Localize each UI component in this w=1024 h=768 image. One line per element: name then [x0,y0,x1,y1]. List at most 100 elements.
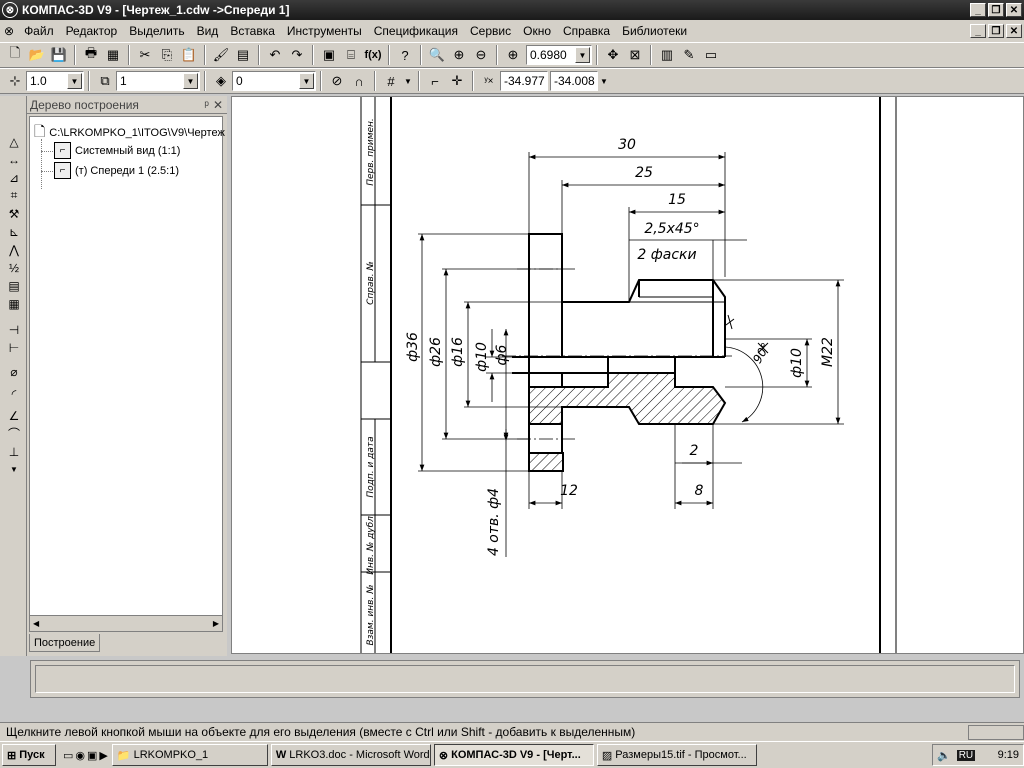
measure-icon[interactable]: ⊾ [4,223,24,240]
select-icon[interactable]: ⋀ [4,241,24,258]
coordinates-icon[interactable]: ʸ× [478,70,500,92]
refresh-icon[interactable]: ▥ [656,44,678,66]
diameter-dim-icon[interactable]: ⌀ [4,363,24,380]
chevron-down-icon[interactable]: ▼ [67,73,82,89]
start-button[interactable]: ⊞ Пуск [2,744,56,766]
task-viewer[interactable]: ▨ Размеры15.tif - Просмот... [596,744,757,766]
chevron-down-icon[interactable]: ▼ [575,47,590,63]
tree-close-icon[interactable]: ✕ [213,98,227,112]
snap-icon[interactable]: ⊘ [326,70,348,92]
task-lrkompko[interactable]: 📁 LRKOMPKO_1 [111,744,268,766]
zoom-scale-icon[interactable]: ⊕ [502,44,524,66]
menu-libraries[interactable]: Библиотеки [616,24,693,38]
tree-hscrollbar[interactable]: ◀ ▶ [30,615,222,631]
variables-icon[interactable]: ⌸ [340,44,362,66]
menu-specification[interactable]: Спецификация [368,24,464,38]
restore-button[interactable]: ❐ [988,3,1004,17]
pan-icon[interactable]: ✥ [602,44,624,66]
spec-icon[interactable]: ½ [4,259,24,276]
style-combo[interactable]: 0 ▼ [232,71,316,91]
properties-icon[interactable]: ▤ [232,44,254,66]
coord-dropdown-icon[interactable]: ▼ [598,70,610,92]
screen-icon[interactable]: ▭ [700,44,722,66]
doc-close-button[interactable]: ✕ [1006,24,1022,38]
coord-x-field[interactable]: -34.977 [500,71,548,91]
menu-view[interactable]: Вид [191,24,225,38]
scroll-right-icon[interactable]: ▶ [213,619,219,628]
preview-icon[interactable]: ▦ [102,44,124,66]
arc-dim-icon[interactable]: ⌒ [4,425,24,442]
insert-icon[interactable]: ▦ [4,295,24,312]
pin-icon[interactable]: ᵖ [204,98,213,112]
redo-icon[interactable]: ↷ [286,44,308,66]
doc-restore-button[interactable]: ❐ [988,24,1004,38]
fit-all-icon[interactable]: ⊠ [624,44,646,66]
explorer-icon[interactable]: ▣ [87,749,97,762]
step-combo[interactable]: 1.0 ▼ [26,71,84,91]
cut-icon[interactable]: ✂ [134,44,156,66]
zoom-out-icon[interactable]: ⊖ [470,44,492,66]
view-icon[interactable]: ◈ [210,70,232,92]
brush-icon[interactable]: 🖌 [210,44,232,66]
step-icon[interactable]: ⊹ [4,70,26,92]
chevron-down-icon[interactable]: ▼ [183,73,198,89]
dimensions-icon[interactable]: ↔ [4,151,24,168]
print-icon[interactable]: 🖶 [80,44,102,66]
menu-window[interactable]: Окно [517,24,557,38]
app-icon[interactable]: ⊗ [2,2,18,18]
geometry-icon[interactable]: △ [4,133,24,150]
cursor-cross-icon[interactable]: ✛ [446,70,468,92]
tree-node-front-view[interactable]: ⌐ (т) Спереди 1 (2.5:1) [54,162,179,179]
chevron-down-icon[interactable]: ▼ [299,73,314,89]
help-pointer-icon[interactable]: ? [394,44,416,66]
annotation-icon[interactable]: ⊿ [4,169,24,186]
new-file-icon[interactable]: 🗋 [4,44,26,66]
tools-icon[interactable]: ✎ [678,44,700,66]
scroll-down-icon[interactable]: ▼ [4,461,24,478]
undo-icon[interactable]: ↶ [264,44,286,66]
task-kompas[interactable]: ⊗ КОМПАС-3D V9 - [Черт... [433,744,594,766]
parametrization-icon[interactable]: ⚒ [4,205,24,222]
zoom-in-icon[interactable]: ⊕ [448,44,470,66]
menu-edit[interactable]: Редактор [60,24,124,38]
edit-icon[interactable]: ⌗ [4,187,24,204]
menu-tools[interactable]: Инструменты [281,24,368,38]
menu-file[interactable]: Файл [18,24,60,38]
doc-icon[interactable]: ⊗ [0,24,18,38]
menu-help[interactable]: Справка [557,24,616,38]
speaker-icon[interactable]: 🔈 [937,749,951,762]
tab-construction[interactable]: Построение [29,634,101,652]
paste-icon[interactable]: 📋 [178,44,200,66]
manager-icon[interactable]: ▣ [318,44,340,66]
height-mark-icon[interactable]: ⊥ [4,443,24,460]
ortho-icon[interactable]: ⌐ [424,70,446,92]
minimize-button[interactable]: _ [970,3,986,17]
reports-icon[interactable]: ▤ [4,277,24,294]
radial-dim-icon[interactable]: ◜ [4,385,24,402]
layer-combo[interactable]: 1 ▼ [116,71,200,91]
lang-indicator[interactable]: RU [956,749,976,761]
horizontal-dim-icon[interactable]: ⊢ [4,339,24,356]
grid-dropdown-icon[interactable]: ▼ [402,70,414,92]
function-icon[interactable]: f(x) [362,44,384,66]
magnet-icon[interactable]: ∩ [348,70,370,92]
menu-service[interactable]: Сервис [464,24,517,38]
angular-dim-icon[interactable]: ∠ [4,407,24,424]
copy-icon[interactable]: ⎘ [156,44,178,66]
open-folder-icon[interactable]: 📂 [26,44,48,66]
tree-node-system-view[interactable]: ⌐ Системный вид (1:1) [54,142,180,159]
save-icon[interactable]: 💾 [48,44,70,66]
desktop-icon[interactable]: ▭ [63,749,73,762]
close-button[interactable]: ✕ [1006,3,1022,17]
layer-icon[interactable]: ⧉ [94,70,116,92]
coord-y-field[interactable]: -34.008 [550,71,598,91]
grid-icon[interactable]: # [380,70,402,92]
menu-select[interactable]: Выделить [123,24,190,38]
media-icon[interactable]: ▶ [99,749,107,762]
zoom-combo[interactable]: 0.6980 ▼ [526,45,592,65]
task-word[interactable]: W LRKO3.doc - Microsoft Word [270,744,431,766]
scroll-left-icon[interactable]: ◀ [33,619,39,628]
linear-dim-icon[interactable]: ⊣ [4,321,24,338]
drawing-canvas[interactable]: Перв. примен. Справ. № Подп. и дата Инв.… [231,96,1024,654]
doc-minimize-button[interactable]: _ [970,24,986,38]
